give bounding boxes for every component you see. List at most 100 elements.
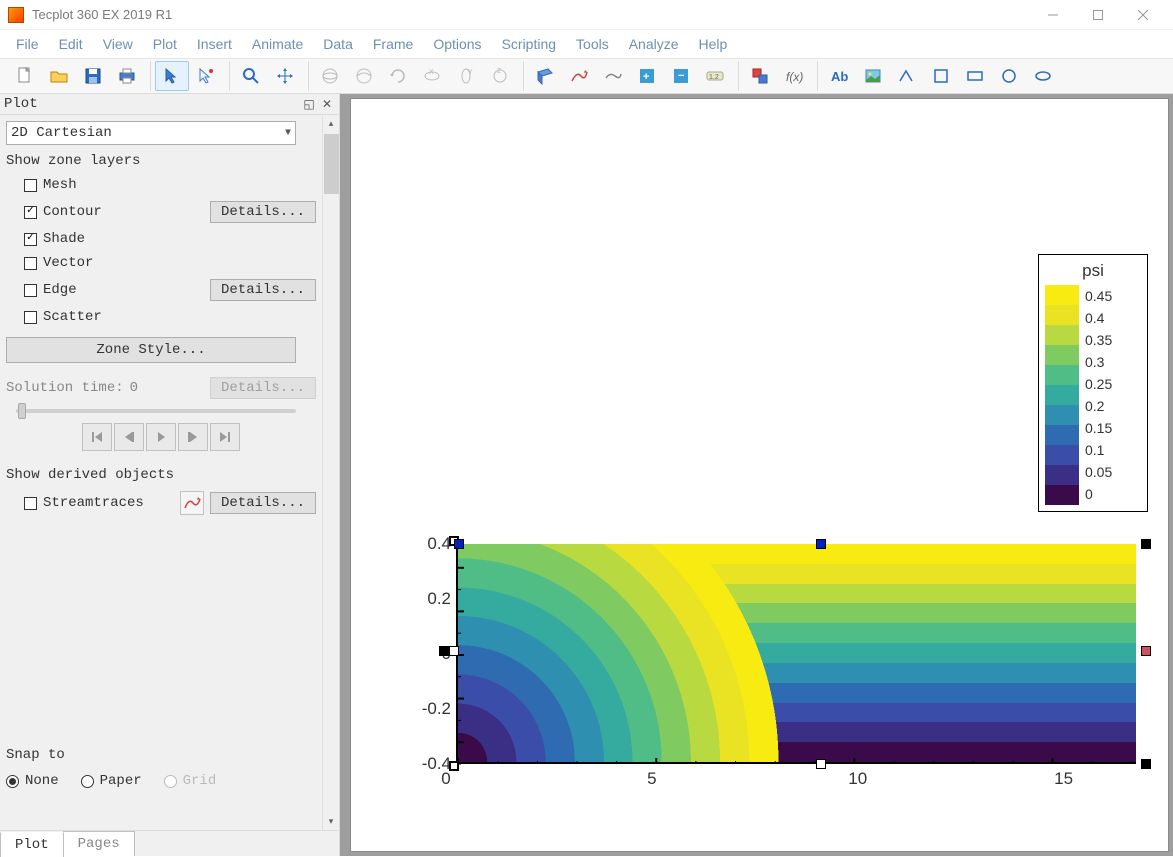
radio-snap-none[interactable]: None [6, 773, 59, 789]
layer-mesh-label: Mesh [43, 177, 316, 193]
plot-sidebar: Plot ◱ ✕ 2D Cartesian ▼ Show zone layers… [0, 94, 340, 856]
checkbox-vector[interactable] [24, 257, 37, 270]
skip-back-icon[interactable] [82, 423, 112, 451]
ellipse-icon[interactable] [1026, 61, 1060, 91]
time-slider-thumb[interactable] [18, 403, 26, 419]
time-slider[interactable] [16, 409, 296, 413]
extract-icon[interactable] [743, 61, 777, 91]
tab-plot[interactable]: Plot [0, 832, 64, 857]
equation-icon[interactable]: f(x) [777, 61, 811, 91]
menu-options[interactable]: Options [423, 32, 491, 56]
rotate-x-icon[interactable]: X [415, 61, 449, 91]
probe-icon[interactable]: 1.2 [698, 61, 732, 91]
new-layout-icon[interactable] [8, 61, 42, 91]
panel-float-icon[interactable]: ◱ [301, 96, 317, 112]
rotate-y-icon[interactable]: Y [449, 61, 483, 91]
adjustor-arrow-icon[interactable] [189, 61, 223, 91]
select-arrow-icon[interactable] [155, 61, 189, 91]
plot-type-dropdown[interactable]: 2D Cartesian ▼ [6, 121, 296, 145]
isosurface-icon[interactable] [596, 61, 630, 91]
streamtrace-icon[interactable] [562, 61, 596, 91]
menu-data[interactable]: Data [313, 32, 363, 56]
streamtrace-tool-icon[interactable] [180, 491, 204, 515]
minimize-button[interactable] [1030, 0, 1075, 30]
menu-plot[interactable]: Plot [143, 32, 187, 56]
layer-edge-label: Edge [43, 282, 204, 298]
slice-icon[interactable] [528, 61, 562, 91]
translate-icon[interactable] [268, 61, 302, 91]
contour-legend[interactable]: psi 0.450.40.350.30.250.20.150.10.050 [1038, 254, 1148, 512]
menu-animate[interactable]: Animate [242, 32, 313, 56]
solution-time-value: 0 [130, 380, 138, 396]
contour-remove-icon[interactable]: − [664, 61, 698, 91]
maximize-button[interactable] [1075, 0, 1120, 30]
menu-view[interactable]: View [93, 32, 143, 56]
menu-insert[interactable]: Insert [187, 32, 242, 56]
menu-file[interactable]: File [6, 32, 49, 56]
menu-tools[interactable]: Tools [566, 32, 619, 56]
save-icon[interactable] [76, 61, 110, 91]
rotate-3d-icon[interactable] [313, 61, 347, 91]
details-stream-button[interactable]: Details... [210, 492, 316, 514]
skip-forward-icon[interactable] [210, 423, 240, 451]
layer-contour-label: Contour [43, 204, 204, 220]
radio-snap-paper[interactable]: Paper [81, 773, 142, 789]
circle-icon[interactable] [992, 61, 1026, 91]
plot-type-value: 2D Cartesian [11, 125, 112, 141]
scroll-up-icon[interactable]: ▴ [323, 115, 340, 132]
panel-scrollbar[interactable]: ▴ ▾ [322, 115, 339, 830]
checkbox-mesh[interactable] [24, 179, 37, 192]
rotate-roll-icon[interactable] [381, 61, 415, 91]
checkbox-streamtraces[interactable] [24, 497, 37, 510]
checkbox-scatter[interactable] [24, 311, 37, 324]
menu-frame[interactable]: Frame [363, 32, 423, 56]
checkbox-edge[interactable] [24, 284, 37, 297]
checkbox-shade[interactable]: ✓ [24, 233, 37, 246]
legend-labels: 0.450.40.350.30.250.20.150.10.050 [1079, 285, 1112, 505]
workspace-canvas[interactable]: psi 0.450.40.350.30.250.20.150.10.050 0.… [340, 94, 1173, 856]
layer-shade-label: Shade [43, 231, 316, 247]
radio-snap-grid[interactable]: Grid [164, 773, 217, 789]
solution-time-label: Solution time: [6, 380, 124, 396]
scroll-down-icon[interactable]: ▾ [323, 813, 340, 830]
menu-scripting[interactable]: Scripting [492, 32, 566, 56]
open-file-icon[interactable] [42, 61, 76, 91]
zone-style-button[interactable]: Zone Style... [6, 337, 296, 363]
legend-title: psi [1045, 261, 1141, 281]
app-title: Tecplot 360 EX 2019 R1 [32, 7, 172, 22]
step-back-icon[interactable] [114, 423, 144, 451]
play-icon[interactable] [146, 423, 176, 451]
menu-help[interactable]: Help [689, 32, 738, 56]
rectangle-icon[interactable] [958, 61, 992, 91]
polyline-icon[interactable] [890, 61, 924, 91]
contour-plot[interactable]: 0.40.20-0.2-0.4 051015 [396, 544, 1146, 789]
scroll-thumb[interactable] [324, 134, 339, 194]
svg-text:−: − [678, 70, 684, 82]
contour-add-icon[interactable]: + [630, 61, 664, 91]
text-icon[interactable]: Ab [822, 61, 856, 91]
panel-close-icon[interactable]: ✕ [319, 96, 335, 112]
zoom-icon[interactable] [234, 61, 268, 91]
derived-objects-label: Show derived objects [6, 467, 316, 483]
svg-text:+: + [643, 71, 649, 83]
print-icon[interactable] [110, 61, 144, 91]
square-icon[interactable] [924, 61, 958, 91]
step-forward-icon[interactable] [178, 423, 208, 451]
menu-edit[interactable]: Edit [49, 32, 93, 56]
plot-frame[interactable]: psi 0.450.40.350.30.250.20.150.10.050 0.… [350, 98, 1169, 852]
legend-colorbar [1045, 285, 1079, 505]
tab-pages[interactable]: Pages [63, 831, 135, 856]
x-axis-ticks: 051015 [446, 769, 1146, 794]
close-button[interactable] [1120, 0, 1165, 30]
toolbar: X Y Z + − 1.2 f(x) Ab [0, 58, 1173, 94]
layer-scatter-label: Scatter [43, 309, 316, 325]
rotate-spherical-icon[interactable] [347, 61, 381, 91]
checkbox-contour[interactable]: ✓ [24, 206, 37, 219]
image-icon[interactable] [856, 61, 890, 91]
details-contour-button[interactable]: Details... [210, 201, 316, 223]
rotate-z-icon[interactable]: Z [483, 61, 517, 91]
details-edge-button[interactable]: Details... [210, 279, 316, 301]
menu-analyze[interactable]: Analyze [619, 32, 689, 56]
streamtraces-label: Streamtraces [43, 495, 174, 511]
details-solution-button[interactable]: Details... [210, 377, 316, 399]
